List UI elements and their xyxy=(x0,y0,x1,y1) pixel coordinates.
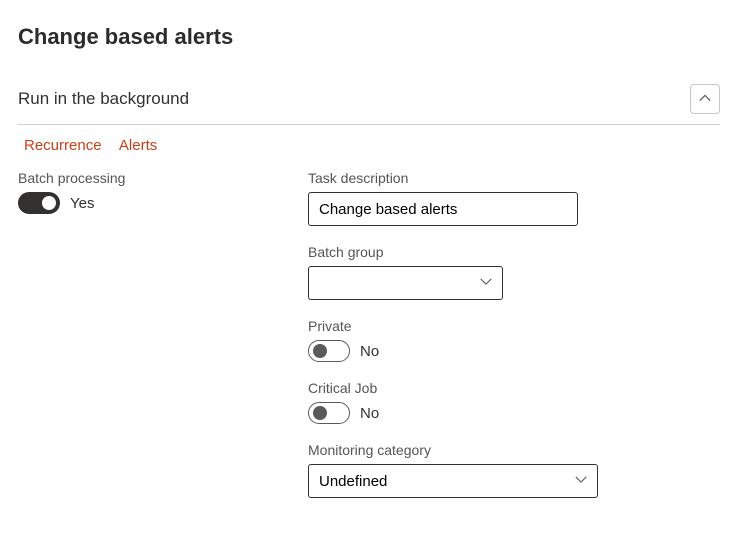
chevron-up-icon xyxy=(698,91,712,108)
private-toggle[interactable] xyxy=(308,340,350,362)
batch-processing-label: Batch processing xyxy=(18,170,308,186)
section-header: Run in the background xyxy=(18,80,720,125)
collapse-button[interactable] xyxy=(690,84,720,114)
page-title: Change based alerts xyxy=(18,24,720,50)
monitoring-category-label: Monitoring category xyxy=(308,442,720,458)
task-description-input[interactable] xyxy=(308,192,578,226)
section-title: Run in the background xyxy=(18,89,189,109)
form-area: Batch processing Yes Task description Ba… xyxy=(18,168,720,516)
monitoring-category-select[interactable] xyxy=(308,464,598,498)
batch-processing-toggle[interactable] xyxy=(18,192,60,214)
private-label: Private xyxy=(308,318,720,334)
column-right: Task description Batch group Private No xyxy=(308,170,720,516)
critical-job-label: Critical Job xyxy=(308,380,720,396)
recurrence-link[interactable]: Recurrence xyxy=(24,137,102,154)
critical-job-toggle[interactable] xyxy=(308,402,350,424)
batch-group-label: Batch group xyxy=(308,244,720,260)
task-description-label: Task description xyxy=(308,170,720,186)
batch-processing-value: Yes xyxy=(70,195,94,212)
private-value: No xyxy=(360,343,379,360)
batch-group-select[interactable] xyxy=(308,266,503,300)
column-left: Batch processing Yes xyxy=(18,170,308,516)
critical-job-value: No xyxy=(360,405,379,422)
links-row: Recurrence Alerts xyxy=(18,125,720,168)
alerts-link[interactable]: Alerts xyxy=(119,137,157,154)
